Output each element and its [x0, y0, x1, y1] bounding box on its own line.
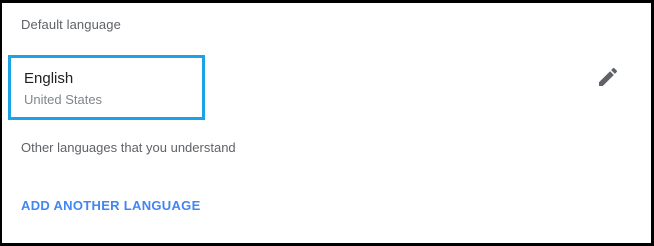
language-region: United States: [24, 92, 103, 107]
language-settings-panel: Default language English United States O…: [0, 0, 654, 246]
default-language-row: English United States: [8, 55, 648, 120]
language-name: English: [24, 70, 74, 87]
default-language-heading: Default language: [21, 17, 121, 32]
pencil-icon[interactable]: [596, 65, 620, 89]
add-another-language-button[interactable]: ADD ANOTHER LANGUAGE: [21, 198, 201, 213]
default-language-highlight: English United States: [8, 55, 205, 120]
other-languages-heading: Other languages that you understand: [21, 140, 236, 155]
